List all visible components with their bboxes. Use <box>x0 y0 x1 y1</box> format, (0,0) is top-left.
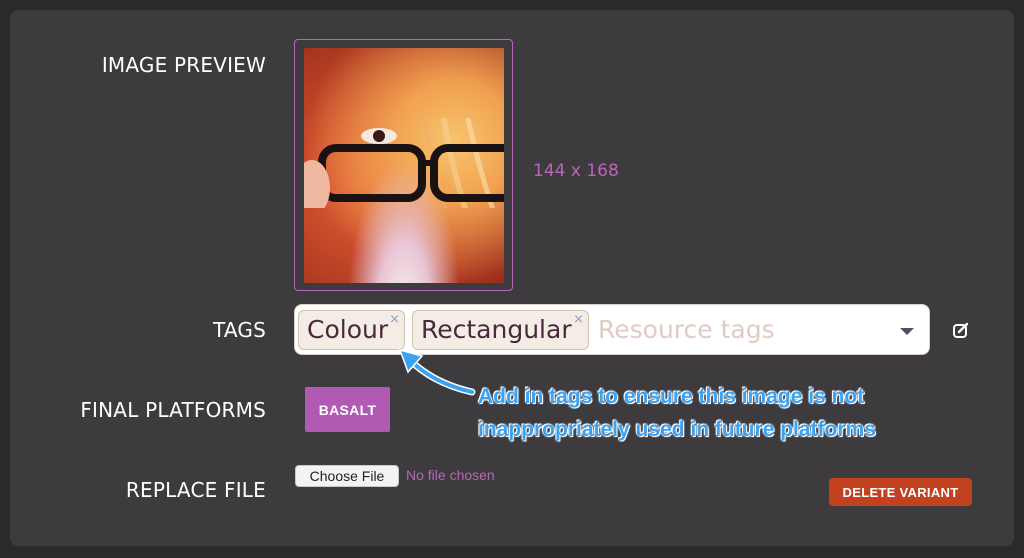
edit-icon[interactable] <box>952 321 970 339</box>
image-dimensions: 144 x 168 <box>533 161 619 181</box>
annotation-line-2: inappropriately used in future platforms <box>478 418 876 441</box>
annotation-arrow-icon <box>398 348 476 396</box>
final-platforms-label: FINAL PLATFORMS <box>80 398 266 422</box>
tags-annotation: Add in tags to ensure this image is not … <box>478 380 876 446</box>
glasses-illustration <box>304 118 504 208</box>
caret-down-icon[interactable] <box>900 328 914 335</box>
remove-tag-icon[interactable]: × <box>573 301 584 339</box>
tag-chip-label: Rectangular <box>421 315 572 344</box>
tag-chip-colour: Colour × <box>298 310 405 350</box>
annotation-line-1: Add in tags to ensure this image is not <box>478 385 865 408</box>
image-preview-label: IMAGE PREVIEW <box>101 53 266 77</box>
image-preview-photo <box>304 48 504 283</box>
platform-basalt-button[interactable]: BASALT <box>305 387 390 432</box>
tags-input[interactable]: Colour × Rectangular × Resource tags <box>294 304 930 355</box>
tags-placeholder[interactable]: Resource tags <box>598 315 775 344</box>
tags-label: TAGS <box>213 318 266 342</box>
tag-chip-label: Colour <box>307 315 389 344</box>
delete-variant-button[interactable]: DELETE VARIANT <box>829 478 972 506</box>
file-status: No file chosen <box>406 467 495 483</box>
tag-chip-rectangular: Rectangular × <box>412 310 589 350</box>
remove-tag-icon[interactable]: × <box>389 301 400 339</box>
replace-file-label: REPLACE FILE <box>125 478 266 502</box>
choose-file-button[interactable]: Choose File <box>295 465 399 487</box>
image-preview-frame <box>294 39 513 291</box>
